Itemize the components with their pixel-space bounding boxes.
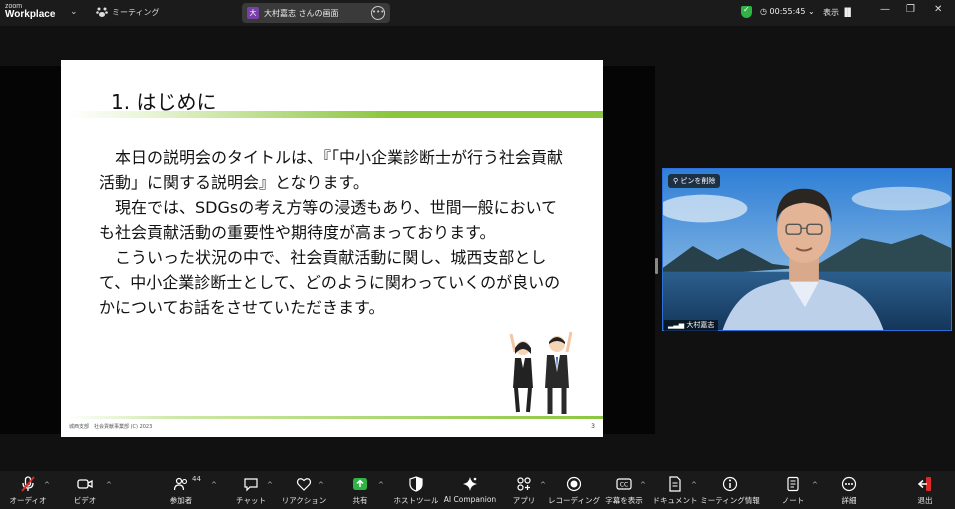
slide-paragraph: こういった状況の中で、社会貢献活動に関し、城西支部として、中小企業診断士として、…	[99, 248, 561, 317]
ai-companion-label: AI Companion	[443, 495, 497, 504]
meeting-toolbar: オーディオ ^ ビデオ ^ 参加者 44 ^ チャット ^ リアクション ^ 共…	[0, 471, 955, 509]
notes-label: ノート	[781, 496, 805, 505]
slide-footer: 城西支部 社会貢献事業部 (C) 2023	[69, 424, 153, 430]
sparkle-icon	[463, 477, 477, 491]
leave-label: 退出	[917, 496, 933, 505]
heart-icon	[296, 478, 312, 491]
docs-label: ドキュメント	[652, 496, 698, 505]
zoom-logo: zoom Workplace	[5, 3, 55, 20]
captions-icon: CC	[616, 478, 632, 490]
apps-icon	[517, 477, 531, 491]
unpin-button[interactable]: ⚲ ピンを削除	[668, 174, 721, 188]
slide-body: 本日の説明会のタイトルは、『「中小企業診断士が行う社会貢献活動」に関する説明会』…	[99, 145, 569, 320]
chat-icon	[244, 478, 258, 492]
record-icon	[566, 476, 582, 492]
ai-companion-button[interactable]: AI Companion	[444, 471, 496, 509]
close-icon[interactable]: ✕	[934, 4, 942, 15]
svg-text:CC: CC	[620, 482, 628, 489]
share-screen-icon	[353, 478, 367, 490]
view-label: 表示	[823, 8, 839, 17]
view-button[interactable]: 表示 ▐▌	[823, 7, 854, 18]
unpin-label: ピンを削除	[680, 177, 716, 185]
chat-label: チャット	[236, 496, 266, 505]
mic-muted-icon	[21, 476, 35, 492]
leave-icon	[917, 477, 931, 491]
slide-paragraph: 本日の説明会のタイトルは、『「中小企業診断士が行う社会貢献活動」に関する説明会』…	[99, 148, 564, 192]
notes-button[interactable]: ノート	[780, 471, 806, 509]
chevron-up-icon[interactable]: ^	[640, 481, 646, 489]
captions-button[interactable]: CC 字幕を表示	[605, 471, 643, 509]
share-button[interactable]: 共有	[346, 471, 374, 509]
more-icon[interactable]: •••	[371, 6, 385, 20]
chevron-up-icon[interactable]: ^	[540, 481, 546, 489]
chevron-up-icon[interactable]: ^	[267, 481, 273, 489]
participant-count: 44	[192, 475, 201, 483]
meeting-tab[interactable]: ミーティング	[96, 6, 160, 18]
shield-icon	[409, 476, 423, 492]
camera-icon	[77, 479, 93, 489]
slide-title-rule	[67, 111, 603, 118]
audio-button[interactable]: オーディオ	[10, 471, 46, 509]
meeting-tab-label: ミーティング	[112, 7, 160, 17]
apps-button[interactable]: アプリ	[510, 471, 538, 509]
timer-value: 00:55:45	[769, 7, 806, 16]
notes-icon	[787, 476, 799, 492]
restore-icon[interactable]: ❐	[906, 4, 915, 15]
meeting-info-button[interactable]: ミーティング情報	[700, 471, 760, 509]
share-label: 共有	[352, 496, 368, 505]
meeting-info-label: ミーティング情報	[700, 496, 760, 505]
participant-name: 大村嘉志	[686, 321, 715, 329]
signal-bars-icon: ▂▃▅	[668, 321, 687, 329]
clock-icon: ◷	[760, 7, 770, 16]
participant-video[interactable]	[662, 168, 952, 331]
more-button[interactable]: 詳細	[836, 471, 862, 509]
docs-button[interactable]: ドキュメント	[653, 471, 698, 509]
title-bar: zoom Workplace ⌄ ミーティング 大 大村嘉志 さんの画面 •••…	[0, 0, 955, 26]
business-people-illustration	[509, 331, 573, 414]
reactions-button[interactable]: リアクション	[282, 471, 326, 509]
leave-button[interactable]: 退出	[912, 471, 938, 509]
logo-line2: Workplace	[5, 9, 56, 20]
shared-slide: 1. はじめに 本日の説明会のタイトルは、『「中小企業診断士が行う社会貢献活動」…	[61, 60, 603, 437]
chevron-up-icon[interactable]: ^	[106, 481, 112, 489]
meeting-timer[interactable]: ◷ 00:55:45 ⌄	[760, 7, 815, 16]
audio-label: オーディオ	[9, 496, 47, 505]
chevron-up-icon[interactable]: ^	[691, 481, 697, 489]
chevron-up-icon[interactable]: ^	[318, 481, 324, 489]
slide-page-number: 3	[591, 423, 595, 430]
presenter-avatar: 大	[247, 7, 259, 19]
video-label: ビデオ	[73, 496, 97, 505]
paw-icon	[96, 7, 108, 17]
more-label: 詳細	[841, 496, 857, 505]
participants-icon	[173, 477, 188, 491]
chevron-up-icon[interactable]: ^	[812, 481, 818, 489]
captions-label: 字幕を表示	[605, 496, 643, 505]
screen-share-pill[interactable]: 大 大村嘉志 さんの画面 •••	[242, 3, 390, 23]
reactions-label: リアクション	[281, 496, 327, 505]
slide-footer-rule	[67, 416, 603, 419]
chevron-up-icon[interactable]: ^	[211, 481, 217, 489]
view-layout-icon: ▐▌	[841, 8, 854, 17]
chat-button[interactable]: チャット	[236, 471, 266, 509]
host-tools-label: ホストツール	[393, 496, 439, 505]
video-button[interactable]: ビデオ	[70, 471, 100, 509]
resize-handle[interactable]	[655, 258, 658, 274]
chevron-down-icon[interactable]: ⌄	[70, 7, 78, 17]
participants-label: 参加者	[169, 496, 193, 505]
slide-paragraph: 現在では、SDGsの考え方等の浸透もあり、世間一般においても社会貢献活動の重要性…	[99, 198, 558, 242]
info-icon	[722, 476, 738, 492]
participant-name-tag: ▂▃▅ 大村嘉志	[664, 320, 719, 331]
minimize-icon[interactable]: —	[880, 4, 890, 15]
more-icon	[841, 476, 857, 492]
chevron-up-icon[interactable]: ^	[378, 481, 384, 489]
chevron-up-icon[interactable]: ^	[44, 481, 50, 489]
host-tools-button[interactable]: ホストツール	[394, 471, 439, 509]
record-button[interactable]: レコーディング	[548, 471, 600, 509]
security-shield-icon[interactable]	[741, 5, 752, 18]
screen-share-title: 大村嘉志 さんの画面	[264, 9, 339, 18]
document-icon	[669, 476, 681, 492]
apps-label: アプリ	[512, 496, 536, 505]
recording-label: レコーディング	[548, 496, 600, 505]
